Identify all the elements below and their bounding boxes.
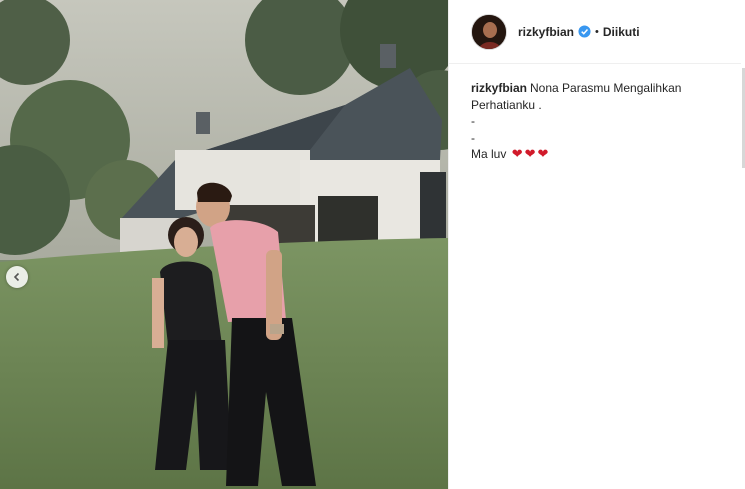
heart-icon: ❤ xyxy=(537,146,549,161)
heart-icon: ❤ xyxy=(524,146,536,161)
couple-house-photo xyxy=(0,0,448,489)
caption-text-line2: Perhatianku . xyxy=(471,97,542,112)
post-caption: rizkyfbian Nona Parasmu Mengalihkan Perha… xyxy=(449,64,745,163)
chevron-left-icon xyxy=(13,272,20,282)
post-photo[interactable] xyxy=(0,0,448,489)
caption-text-line5: Ma luv xyxy=(471,147,507,161)
verified-badge-icon xyxy=(578,25,591,38)
profile-picture xyxy=(472,14,506,49)
caption-text-line4: - xyxy=(471,130,475,145)
avatar[interactable] xyxy=(471,13,507,50)
heart-icon: ❤ xyxy=(511,146,523,161)
caption-first-line: rizkyfbian Nona Parasmu Mengalihkan xyxy=(471,80,745,97)
caption-text-line1: Nona Parasmu Mengalihkan xyxy=(530,81,682,95)
post-side-panel: rizkyfbian • Diikuti rizkyfbian Nona Para… xyxy=(448,0,745,489)
post-header: rizkyfbian • Diikuti xyxy=(449,0,741,64)
caption-username-link[interactable]: rizkyfbian xyxy=(471,81,527,95)
username-link[interactable]: rizkyfbian xyxy=(518,25,574,39)
caption-last-line: Ma luv ❤ ❤ ❤ xyxy=(471,146,745,163)
carousel-prev-button[interactable] xyxy=(6,266,28,288)
caption-text-line3: - xyxy=(471,114,475,128)
separator-dot: • xyxy=(595,25,599,38)
following-button[interactable]: Diikuti xyxy=(603,25,640,39)
